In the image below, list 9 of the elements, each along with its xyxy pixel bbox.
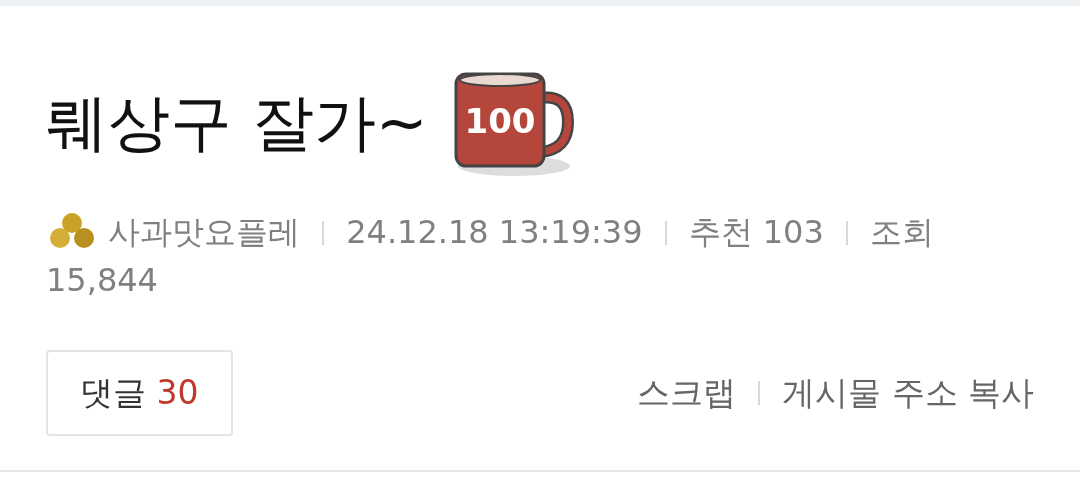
view-count: 15,844: [46, 261, 158, 299]
copy-link-link[interactable]: 게시물 주소 복사: [782, 368, 1034, 418]
scrap-link[interactable]: 스크랩: [637, 368, 736, 418]
view-label: 조회: [869, 213, 934, 251]
author-name[interactable]: 사과맛요플레: [108, 213, 301, 251]
post-title: 뤠상구 잘가~: [46, 92, 428, 154]
recommend-count: 추천 103: [688, 213, 824, 251]
comments-button[interactable]: 댓글 30: [46, 350, 233, 436]
post-date: 24.12.18 13:19:39: [346, 213, 643, 251]
